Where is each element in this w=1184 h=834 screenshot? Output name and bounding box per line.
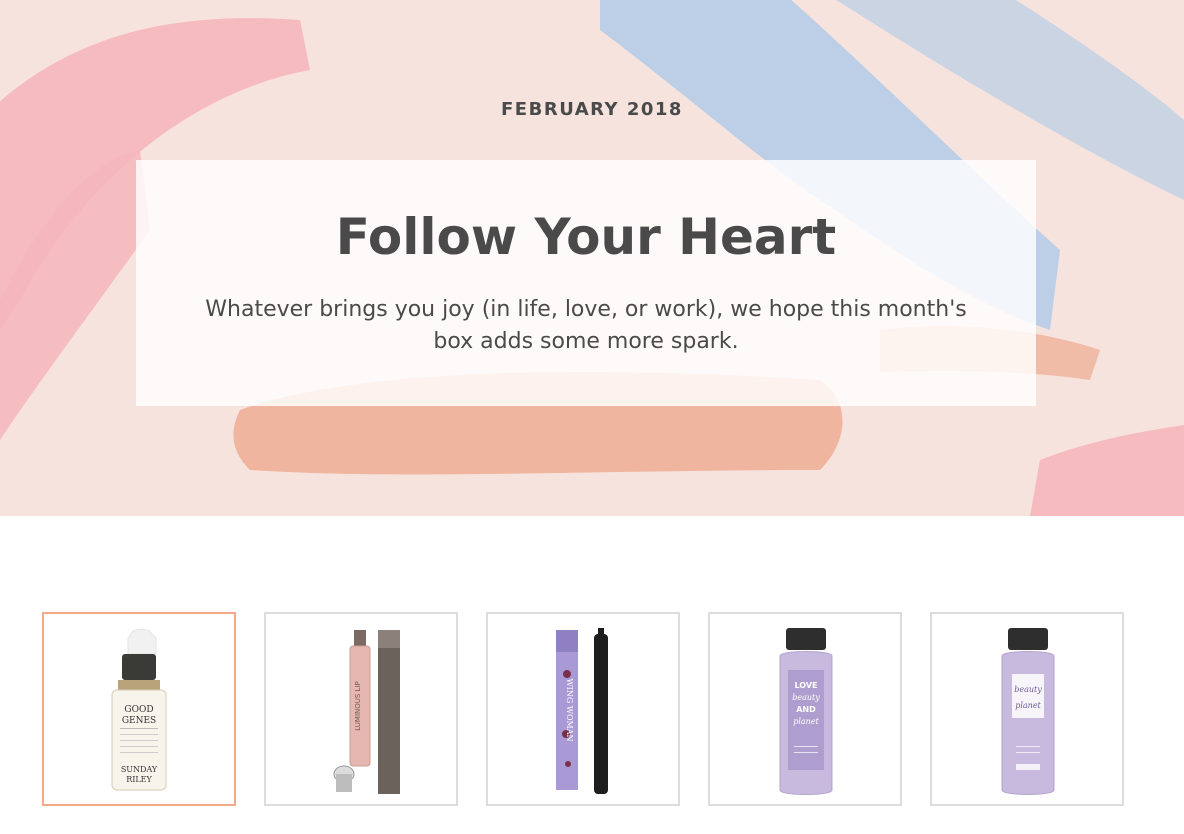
theme-description: Whatever brings you joy (in life, love, … (205, 297, 967, 354)
page-title: Follow Your Heart (335, 208, 837, 266)
serum-bottle-icon: GOOD GENES SUNDAY RILEY (111, 628, 167, 791)
product-brand-line: RILEY (126, 775, 152, 784)
hero-banner: FEBRUARY 2018 Follow Your Heart Whatever… (0, 0, 1184, 516)
product-tile-4[interactable]: LOVE beauty AND planet (708, 612, 902, 806)
conditioner-bottle-icon: beauty planet (1001, 628, 1055, 795)
product-label-line: LOVE (794, 681, 817, 690)
product-brand-line: SUNDAY (121, 765, 158, 774)
product-label-line: beauty (792, 693, 820, 702)
product-label-line: AND (796, 705, 816, 714)
eyeliner-icon: WING WOMAN (556, 628, 608, 794)
product-label-line: planet (793, 717, 819, 726)
product-label-line: GOOD (124, 705, 153, 715)
lip-gloss-icon: LUMINOUS LIP (333, 630, 400, 794)
product-label-line: GENES (122, 716, 156, 726)
month-label: FEBRUARY 2018 (501, 99, 683, 120)
product-label-line: WING WOMAN (565, 678, 574, 741)
product-label-line: LUMINOUS LIP (354, 681, 362, 731)
product-label-line: beauty (1014, 685, 1042, 694)
product-label-line: planet (1015, 701, 1041, 710)
product-tile-3[interactable]: WING WOMAN (486, 612, 680, 806)
product-tile-2[interactable]: LUMINOUS LIP (264, 612, 458, 806)
product-carousel: GOOD GENES SUNDAY RILEY LUMINOUS LIP WIN… (42, 612, 1142, 812)
theme-card: Follow Your Heart Whatever brings you jo… (136, 160, 1036, 406)
product-tile-5[interactable]: beauty planet (930, 612, 1124, 806)
shampoo-bottle-icon: LOVE beauty AND planet (779, 628, 833, 795)
product-tile-1[interactable]: GOOD GENES SUNDAY RILEY (42, 612, 236, 806)
